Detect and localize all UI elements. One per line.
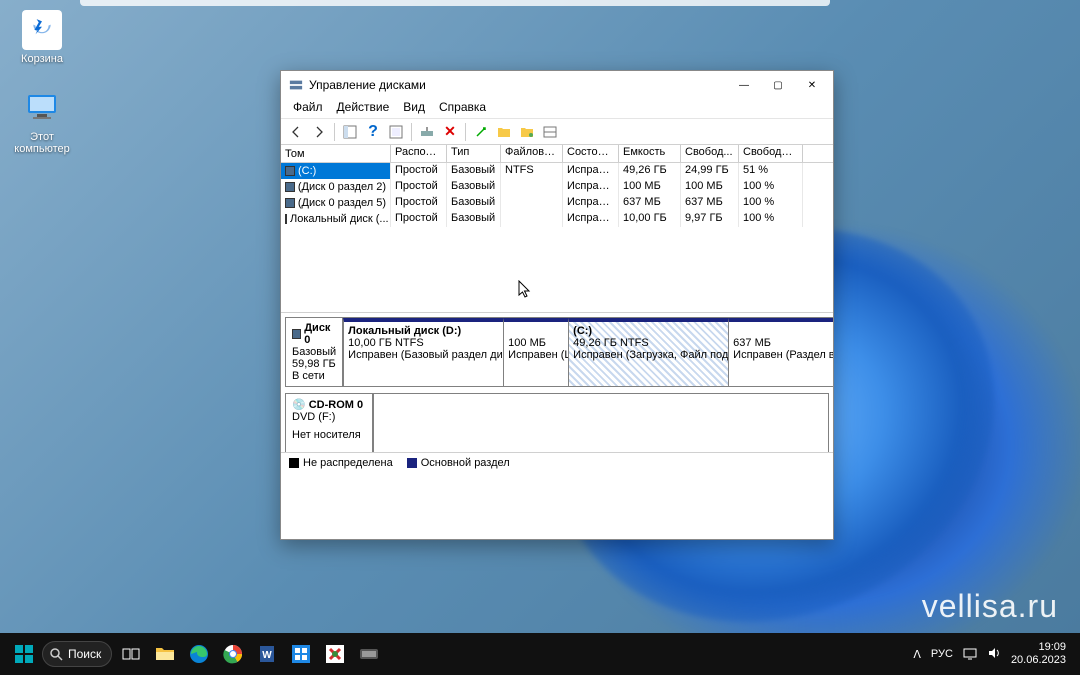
taskbar-search[interactable]: Поиск: [42, 641, 112, 667]
menu-view[interactable]: Вид: [397, 99, 431, 118]
disk-icon: [292, 329, 301, 339]
svg-text:W: W: [263, 650, 273, 661]
watermark: vellisa.ru: [922, 588, 1058, 625]
cdrom-info[interactable]: 💿CD-ROM 0 DVD (F:) Нет носителя: [285, 393, 373, 453]
tray-clock[interactable]: 19:09 20.06.2023: [1011, 641, 1066, 666]
back-button[interactable]: [285, 121, 307, 143]
disk-0-info[interactable]: Диск 0 Базовый 59,98 ГБ В сети: [285, 317, 343, 387]
taskbar-chrome[interactable]: [218, 639, 248, 669]
disk-0-partitions: Локальный диск (D:)10,00 ГБ NTFSИсправен…: [343, 317, 833, 387]
delete-button[interactable]: ✕: [439, 121, 461, 143]
rescan-button[interactable]: [416, 121, 438, 143]
legend-swatch-unallocated: [289, 458, 299, 468]
menu-action[interactable]: Действие: [331, 99, 396, 118]
toolbar: ? ✕: [281, 119, 833, 145]
col-capacity[interactable]: Емкость: [619, 145, 681, 162]
col-status[interactable]: Состояние: [563, 145, 619, 162]
menu-file[interactable]: Файл: [287, 99, 329, 118]
minimize-button[interactable]: —: [727, 74, 761, 96]
taskbar: Поиск W ᐱ РУС 19:09 20.06.2023: [0, 633, 1080, 675]
taskbar-taskview[interactable]: [116, 639, 146, 669]
col-type[interactable]: Тип: [447, 145, 501, 162]
help-button[interactable]: ?: [362, 121, 384, 143]
tray-network-icon[interactable]: [963, 646, 977, 663]
recycle-bin-icon: [22, 10, 62, 50]
app-icon: [289, 78, 303, 92]
taskbar-app-blue[interactable]: [286, 639, 316, 669]
refresh-button[interactable]: [385, 121, 407, 143]
legend-swatch-primary: [407, 458, 417, 468]
partition[interactable]: 637 МБИсправен (Раздел во: [728, 318, 833, 386]
titlebar[interactable]: Управление дисками — ▢ ✕: [281, 71, 833, 99]
col-fs[interactable]: Файловая с...: [501, 145, 563, 162]
cdrom-empty-partition[interactable]: [373, 393, 829, 453]
cdrom-icon: 💿: [292, 398, 306, 411]
legend: Не распределена Основной раздел: [281, 453, 833, 473]
taskbar-app-red[interactable]: [320, 639, 350, 669]
partition[interactable]: Локальный диск (D:)10,00 ГБ NTFSИсправен…: [343, 318, 503, 386]
disk-management-window: Управление дисками — ▢ ✕ Файл Действие В…: [280, 70, 834, 540]
menu-help[interactable]: Справка: [433, 99, 492, 118]
show-hide-tree-button[interactable]: [339, 121, 361, 143]
partition[interactable]: (C:)49,26 ГБ NTFSИсправен (Загрузка, Фай…: [568, 318, 728, 386]
partition[interactable]: 100 МБИсправен (Ши: [503, 318, 568, 386]
forward-button[interactable]: [308, 121, 330, 143]
disk-0-row: Диск 0 Базовый 59,98 ГБ В сети Локальный…: [285, 317, 829, 387]
volume-row[interactable]: (Диск 0 раздел 5)ПростойБазовыйИсправен.…: [281, 195, 833, 211]
taskbar-word[interactable]: W: [252, 639, 282, 669]
col-pct[interactable]: Свободно %: [739, 145, 803, 162]
tray-language[interactable]: РУС: [931, 648, 953, 660]
cdrom-row: 💿CD-ROM 0 DVD (F:) Нет носителя: [285, 393, 829, 453]
col-name[interactable]: Том: [281, 145, 391, 162]
properties-button[interactable]: [470, 121, 492, 143]
new-folder-button[interactable]: [493, 121, 515, 143]
window-title: Управление дисками: [309, 78, 426, 92]
col-layout[interactable]: Располо...: [391, 145, 447, 162]
volume-row[interactable]: (C:)ПростойБазовыйNTFSИсправен...49,26 Г…: [281, 163, 833, 179]
desktop-icon-label: Этот компьютер: [4, 131, 80, 155]
tray-chevron-icon[interactable]: ᐱ: [913, 648, 921, 661]
menubar: Файл Действие Вид Справка: [281, 99, 833, 119]
volume-row[interactable]: (Диск 0 раздел 2)ПростойБазовыйИсправен.…: [281, 179, 833, 195]
start-button[interactable]: [10, 640, 38, 668]
desktop-icon-this-pc[interactable]: Этот компьютер: [4, 88, 80, 155]
col-free[interactable]: Свобод...: [681, 145, 739, 162]
folder-button[interactable]: [516, 121, 538, 143]
taskbar-app-disk[interactable]: [354, 639, 384, 669]
taskbar-edge[interactable]: [184, 639, 214, 669]
volume-row[interactable]: Локальный диск (...ПростойБазовыйИсправе…: [281, 211, 833, 227]
taskbar-explorer[interactable]: [150, 639, 180, 669]
desktop-icon-label: Корзина: [4, 53, 80, 65]
volume-list-header: Том Располо... Тип Файловая с... Состоян…: [281, 145, 833, 163]
tray-volume-icon[interactable]: [987, 646, 1001, 663]
disk-graphical-view: Диск 0 Базовый 59,98 ГБ В сети Локальный…: [281, 313, 833, 453]
this-pc-icon: [22, 88, 62, 128]
search-icon: [49, 647, 63, 661]
volume-list[interactable]: Том Располо... Тип Файловая с... Состоян…: [281, 145, 833, 313]
panel-layout-button[interactable]: [539, 121, 561, 143]
close-button[interactable]: ✕: [795, 74, 829, 96]
desktop-icon-recycle-bin[interactable]: Корзина: [4, 10, 80, 65]
top-edge-hint: [80, 0, 830, 6]
maximize-button[interactable]: ▢: [761, 74, 795, 96]
